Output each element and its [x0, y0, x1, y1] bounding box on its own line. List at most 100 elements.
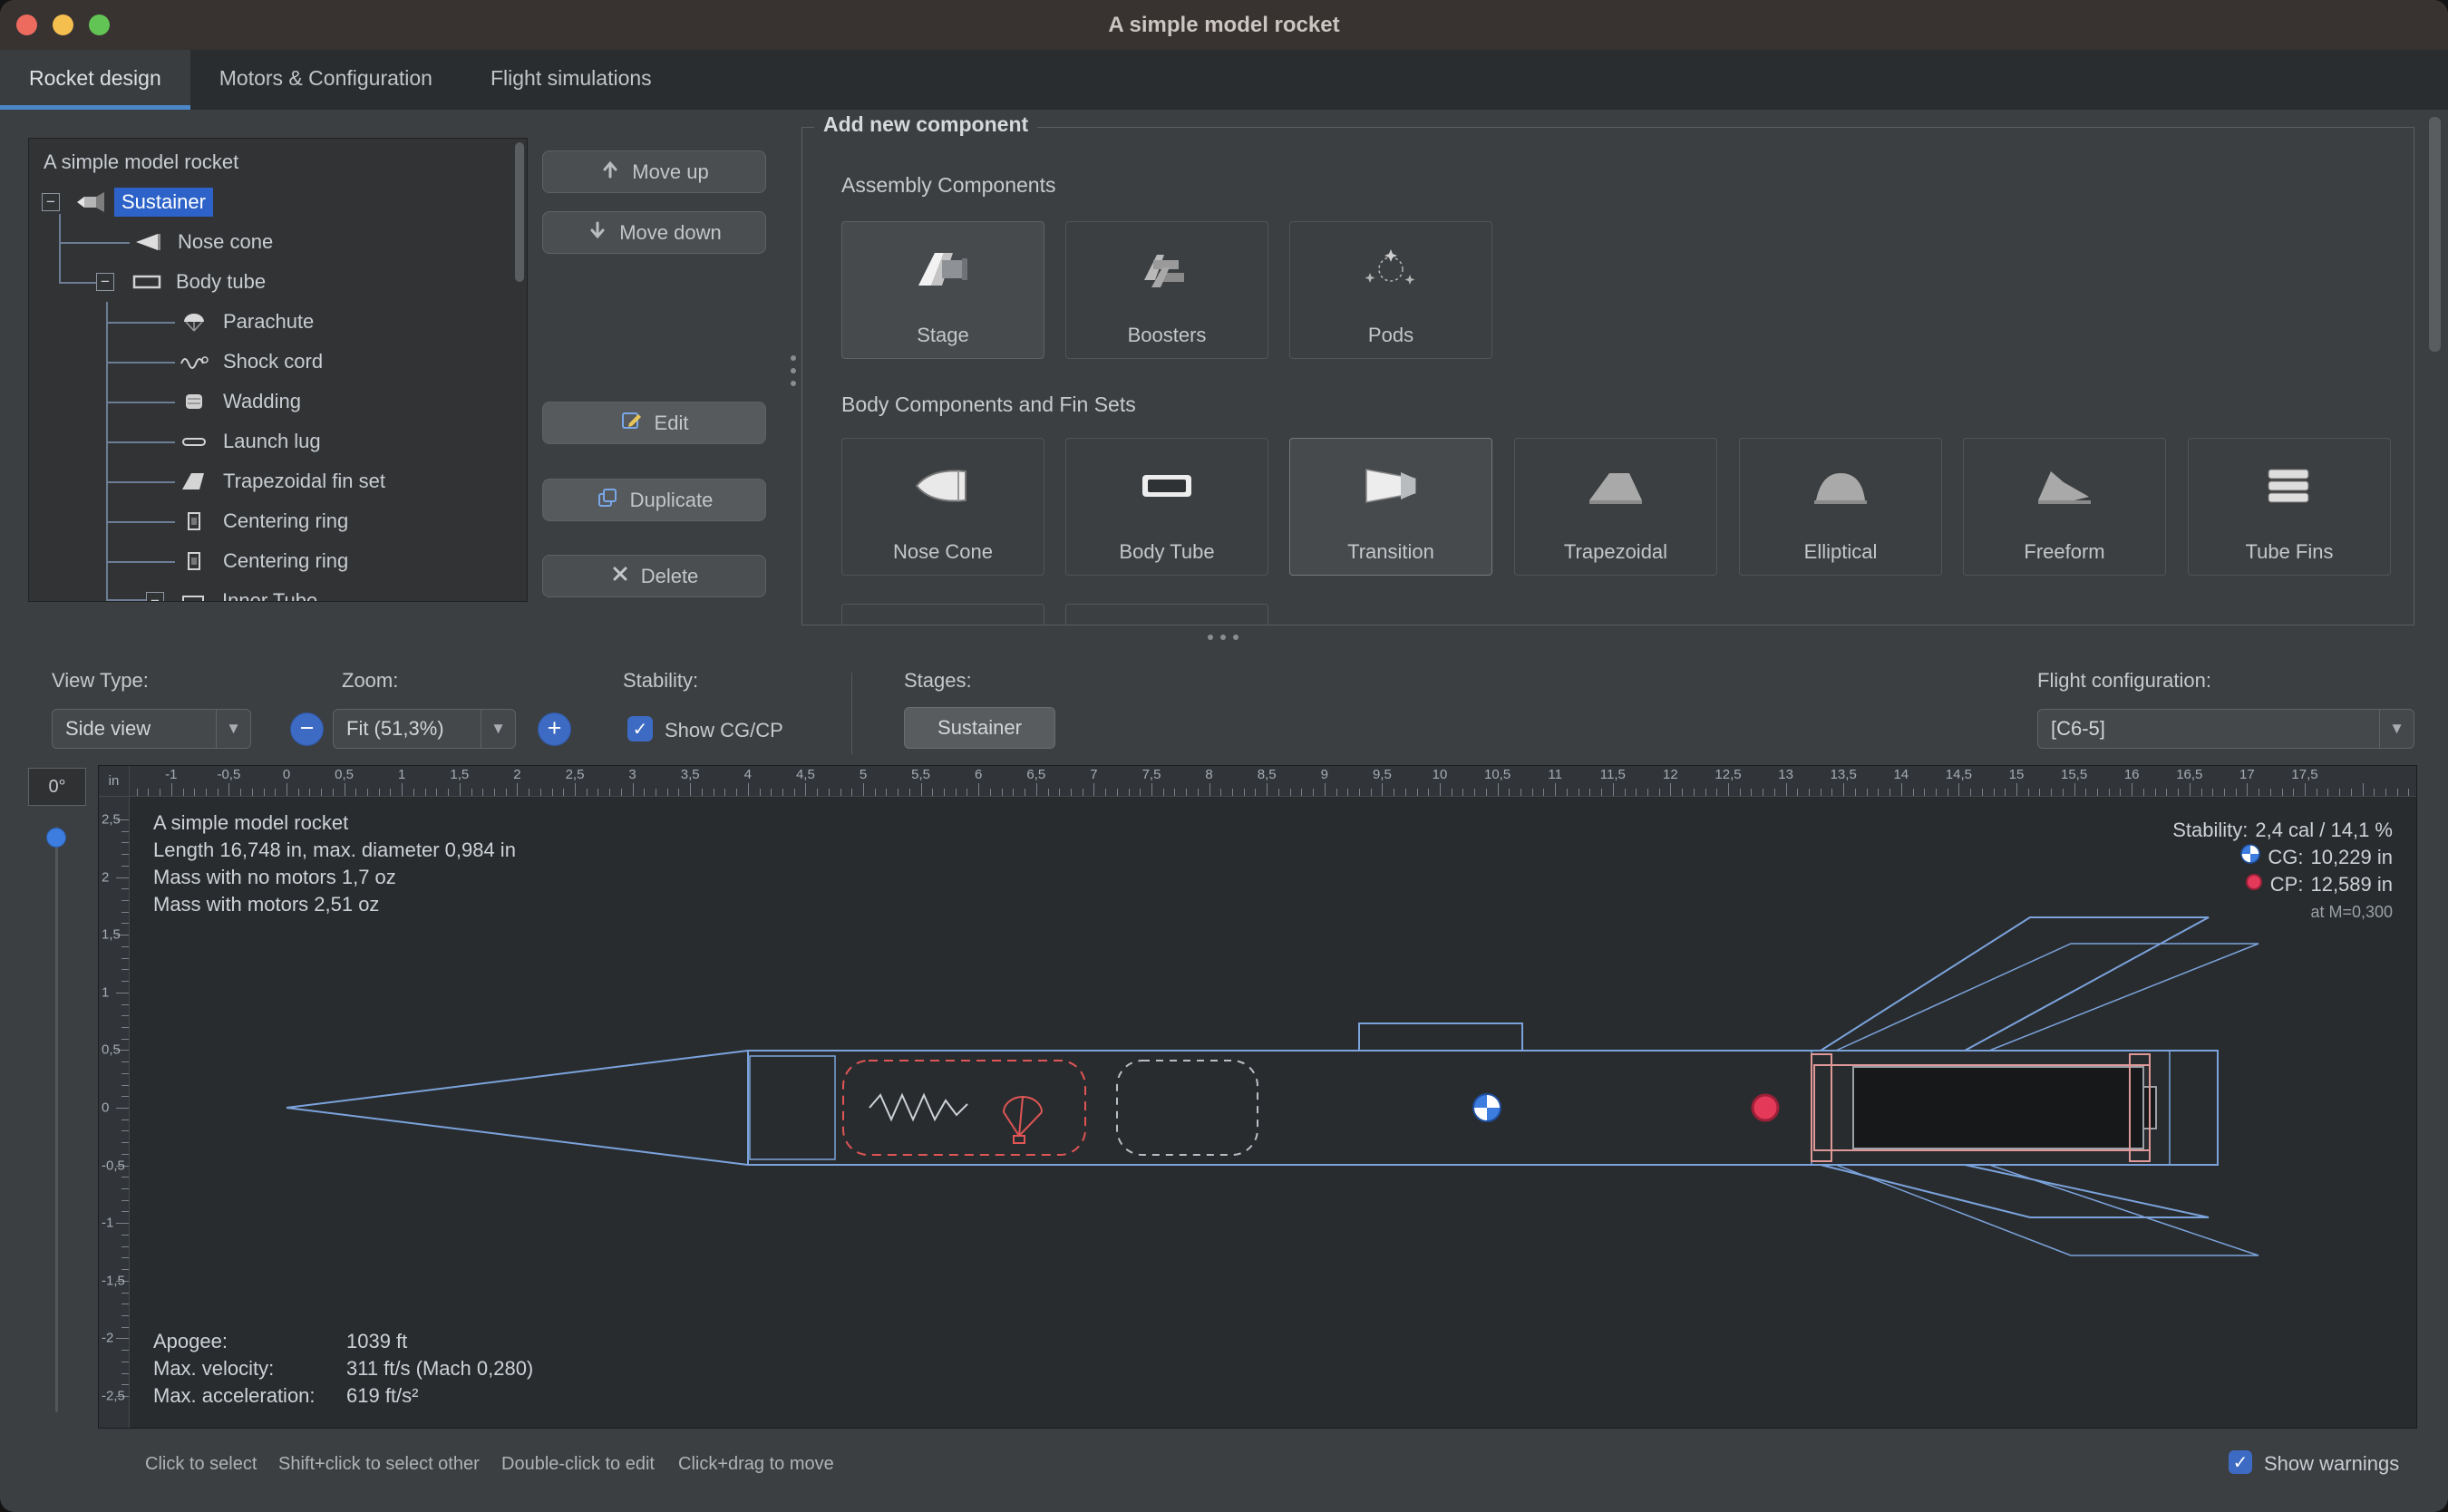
component-button-elliptical[interactable]: Elliptical	[1739, 438, 1942, 576]
tree-item-centering-ring[interactable]: Centering ring	[29, 501, 527, 541]
centering-ring-icon	[176, 509, 212, 534]
cg-marker	[1473, 1094, 1501, 1121]
ruler-horizontal: -1-0,500,511,522,533,544,555,566,577,588…	[130, 766, 2417, 797]
shock-cord-icon	[176, 349, 212, 374]
wadding-outline[interactable]	[1117, 1061, 1258, 1155]
component-button-partial[interactable]	[841, 604, 1044, 625]
component-button-body-tube[interactable]: Body Tube	[1065, 438, 1268, 576]
tree-item-wadding[interactable]: Wadding	[29, 382, 527, 422]
close-window-button[interactable]	[16, 15, 37, 35]
tree-item-inner-tube[interactable]: − Inner Tube	[29, 581, 527, 602]
component-button-trapezoidal[interactable]: Trapezoidal	[1514, 438, 1717, 576]
flight-configuration-label: Flight configuration:	[2037, 669, 2211, 693]
component-button-partial[interactable]	[1065, 604, 1268, 625]
rotation-slider-track[interactable]	[55, 827, 58, 1412]
tree-item-sustainer[interactable]: − Sustainer	[29, 182, 527, 222]
wadding-icon	[176, 389, 212, 414]
component-button-pods[interactable]: Pods	[1289, 221, 1492, 359]
flight-configuration-dropdown[interactable]: [C6-5] ▼	[2037, 709, 2414, 749]
move-down-button[interactable]: Move down	[542, 211, 766, 254]
stage-toggle-sustainer[interactable]: Sustainer	[904, 707, 1055, 749]
pods-icon	[1359, 222, 1423, 316]
component-button-stage[interactable]: Stage	[841, 221, 1044, 359]
tree-scrollbar[interactable]	[515, 142, 524, 282]
tree-item-parachute[interactable]: Parachute	[29, 302, 527, 342]
cg-legend-icon	[2240, 844, 2260, 871]
tree-item-nose-cone[interactable]: Nose cone	[29, 222, 527, 262]
add-component-panel: Assembly Components Stage Boosters Pods …	[801, 127, 2414, 625]
tree-item-body-tube[interactable]: − Body tube	[29, 262, 527, 302]
stage-icon	[911, 222, 975, 316]
window-title: A simple model rocket	[1108, 13, 1339, 38]
launch-lug-icon	[176, 429, 212, 454]
zoom-out-button[interactable]: −	[290, 712, 324, 746]
trapezoidal-fin-icon	[1584, 439, 1647, 533]
arrow-down-icon	[587, 219, 608, 247]
nose-cone-icon	[131, 229, 167, 255]
assembly-section-label: Assembly Components	[841, 173, 1056, 198]
zoom-dropdown[interactable]: Fit (51,3%) ▼	[333, 709, 516, 749]
tree-item-centering-ring-2[interactable]: Centering ring	[29, 541, 527, 581]
toolbar-separator	[851, 673, 852, 754]
transition-icon	[1359, 439, 1423, 533]
tab-rocket-design[interactable]: Rocket design	[0, 50, 190, 110]
titlebar: A simple model rocket	[0, 0, 2448, 50]
rocket-info-block: A simple model rocket Length 16,748 in, …	[153, 809, 516, 918]
show-warnings-checkbox[interactable]: ✓	[2229, 1450, 2252, 1474]
chevron-down-icon: ▼	[2379, 710, 2414, 748]
view-type-dropdown[interactable]: Side view ▼	[52, 709, 251, 749]
duplicate-icon	[596, 486, 619, 515]
component-button-nose-cone[interactable]: Nose Cone	[841, 438, 1044, 576]
flight-info-block: Apogee:1039 ft Max. velocity:311 ft/s (M…	[153, 1328, 533, 1410]
boosters-icon	[1135, 222, 1199, 316]
minimize-window-button[interactable]	[53, 15, 73, 35]
parachute-icon	[176, 309, 212, 334]
stability-label: Stability:	[623, 669, 698, 693]
tree-item-trapezoidal-fin-set[interactable]: Trapezoidal fin set	[29, 461, 527, 501]
show-cg-cp-checkbox[interactable]: ✓	[627, 716, 653, 741]
vertical-splitter-handle[interactable]	[791, 355, 796, 386]
panel-scrollbar[interactable]	[2429, 117, 2441, 352]
collapse-icon[interactable]: −	[146, 592, 164, 602]
component-button-freeform[interactable]: Freeform	[1963, 438, 2166, 576]
inner-tube-icon	[175, 588, 211, 602]
collapse-icon[interactable]: −	[96, 273, 114, 291]
rocket-canvas[interactable]: in -1-0,500,511,522,533,544,555,566,577,…	[98, 765, 2417, 1429]
component-button-transition[interactable]: Transition	[1289, 438, 1492, 576]
tree-rows: A simple model rocket − Sustainer Nose c…	[29, 139, 527, 601]
delete-x-icon	[610, 564, 630, 589]
tree-item-launch-lug[interactable]: Launch lug	[29, 422, 527, 461]
ruler-unit: in	[99, 766, 130, 797]
move-up-button[interactable]: Move up	[542, 150, 766, 193]
shock-cord-line[interactable]	[869, 1095, 967, 1119]
rotation-slider-thumb[interactable]	[46, 828, 66, 848]
horizontal-splitter-handle[interactable]	[1208, 635, 1239, 640]
body-tube-icon	[1135, 439, 1199, 533]
cp-marker	[1753, 1095, 1778, 1120]
hint-click-to-select: Click to select	[145, 1454, 257, 1475]
component-button-tube-fins[interactable]: Tube Fins	[2188, 438, 2391, 576]
delete-button[interactable]: Delete	[542, 555, 766, 597]
edit-button[interactable]: Edit	[542, 402, 766, 444]
elliptical-fin-icon	[1809, 439, 1872, 533]
add-component-title: Add new component	[814, 112, 1037, 137]
show-cg-cp-label: Show CG/CP	[665, 719, 783, 742]
zoom-in-button[interactable]: +	[538, 712, 571, 746]
duplicate-button[interactable]: Duplicate	[542, 479, 766, 521]
body-section-label: Body Components and Fin Sets	[841, 393, 1136, 417]
tab-flight-simulations[interactable]: Flight simulations	[461, 50, 681, 110]
tree-item-rocket[interactable]: A simple model rocket	[29, 142, 527, 182]
zoom-window-button[interactable]	[89, 15, 110, 35]
collapse-icon[interactable]: −	[42, 193, 60, 211]
component-button-boosters[interactable]: Boosters	[1065, 221, 1268, 359]
stages-label: Stages:	[904, 669, 972, 693]
motor[interactable]	[1853, 1067, 2143, 1149]
tab-motors-configuration[interactable]: Motors & Configuration	[190, 50, 461, 110]
component-tree: A simple model rocket − Sustainer Nose c…	[28, 138, 528, 602]
tube-fins-icon	[2258, 439, 2321, 533]
tree-item-shock-cord[interactable]: Shock cord	[29, 342, 527, 382]
body-tube-icon	[129, 269, 165, 295]
parachute-symbol	[1004, 1097, 1042, 1143]
rotation-angle-spinner[interactable]: 0°	[28, 768, 86, 806]
nose-cone-icon	[911, 439, 975, 533]
